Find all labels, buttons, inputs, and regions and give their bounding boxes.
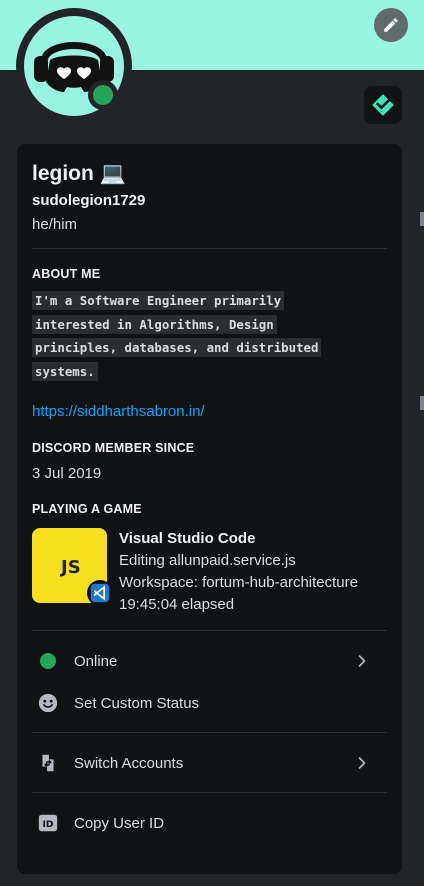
- copy-user-id-label: Copy User ID: [74, 814, 165, 832]
- online-status-icon: [37, 650, 59, 672]
- pronouns: he/him: [32, 216, 78, 233]
- divider: [32, 248, 387, 249]
- activity-elapsed: 19:45:04 elapsed: [119, 596, 235, 613]
- nitro-gem-icon: [372, 94, 394, 116]
- switch-accounts-icon: [37, 752, 59, 774]
- scrollbar-fragment: [420, 396, 424, 410]
- copy-user-id-item[interactable]: ID Copy User ID: [32, 802, 387, 844]
- id-icon: ID: [37, 812, 59, 834]
- status-label: Online: [74, 652, 118, 670]
- nitro-badge[interactable]: [364, 86, 402, 124]
- activity-info: Visual Studio Code Editing allunpaid.ser…: [119, 528, 387, 616]
- avatar-container[interactable]: [16, 8, 132, 124]
- bio-line: principles, databases, and distributed: [32, 338, 322, 357]
- about-me-heading: ABOUT ME: [32, 267, 101, 281]
- username: sudolegion1729: [32, 192, 146, 209]
- scrollbar-fragment: [420, 212, 424, 226]
- display-name: legion 💻: [32, 162, 126, 185]
- website-link[interactable]: https://siddharthsabron.in/: [32, 403, 205, 420]
- vscode-icon: [87, 580, 113, 606]
- status-indicator: [88, 80, 118, 110]
- switch-accounts-item[interactable]: Switch Accounts: [32, 742, 387, 784]
- activity-card[interactable]: JS Visual Studio Code Editing allunpaid.…: [32, 528, 387, 616]
- edit-profile-button[interactable]: [374, 8, 408, 42]
- chevron-right-icon: [358, 655, 366, 667]
- online-status-dot: [93, 85, 113, 105]
- activity-name: Visual Studio Code: [119, 530, 256, 547]
- about-me-bio: I'm a Software Engineer primarily intere…: [32, 289, 387, 383]
- member-since-heading: DISCORD MEMBER SINCE: [32, 441, 195, 455]
- custom-status-label: Set Custom Status: [74, 694, 200, 712]
- member-since-date: 3 Jul 2019: [32, 465, 102, 482]
- id-icon-text: ID: [42, 819, 53, 830]
- switch-accounts-label: Switch Accounts: [74, 754, 184, 772]
- activity-state: Workspace: fortum-hub-architecture: [119, 574, 358, 591]
- user-profile-popout: legion 💻 sudolegion1729 he/him ABOUT ME …: [0, 0, 424, 886]
- set-custom-status-item[interactable]: Set Custom Status: [32, 682, 387, 724]
- chevron-right-icon: [358, 757, 366, 769]
- smiley-icon: [37, 692, 59, 714]
- activity-art: JS: [32, 528, 113, 606]
- activity-details: Editing allunpaid.service.js: [119, 552, 296, 569]
- js-logo-text: JS: [61, 557, 81, 578]
- bio-line: interested in Algorithms, Design: [32, 314, 277, 334]
- profile-card: legion 💻 sudolegion1729 he/him ABOUT ME …: [17, 144, 402, 874]
- bio-line: systems.: [32, 361, 98, 381]
- pencil-icon: [384, 18, 398, 32]
- activity-heading: PLAYING A GAME: [32, 502, 142, 516]
- bio-line: I'm a Software Engineer primarily: [32, 291, 285, 310]
- status-online-item[interactable]: Online: [32, 640, 387, 682]
